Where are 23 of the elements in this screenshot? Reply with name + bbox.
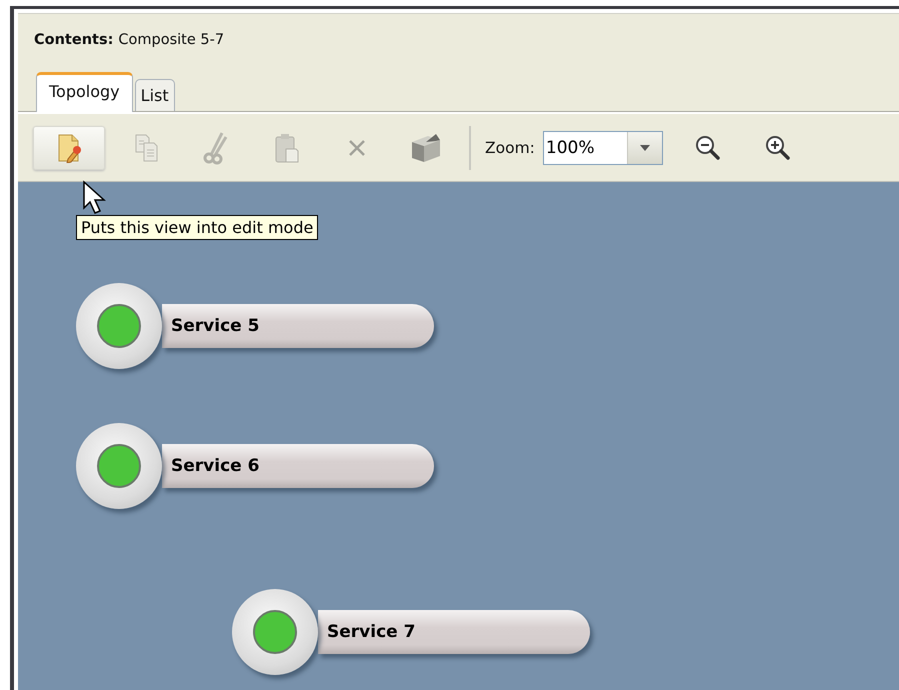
- edit-mode-button[interactable]: [33, 126, 105, 170]
- node-label: Service 6: [171, 456, 260, 476]
- zoom-label: Zoom:: [485, 138, 535, 156]
- zoom-out-icon: [694, 134, 721, 160]
- dropdown-arrow-icon: [640, 144, 650, 150]
- zoom-in-icon: [764, 134, 791, 160]
- delete-icon: [347, 138, 367, 158]
- node-bar[interactable]: Service 6: [162, 444, 434, 488]
- contents-label: Contents:: [34, 32, 114, 48]
- tooltip: Puts this view into edit mode: [76, 215, 318, 240]
- copy-icon: [134, 132, 160, 162]
- node-label: Service 5: [171, 316, 260, 336]
- cursor-icon: [82, 180, 108, 216]
- clipboard-icon: [274, 132, 300, 164]
- tab[interactable]: List: [134, 79, 175, 111]
- tab[interactable]: Topology: [36, 72, 133, 112]
- node-bar[interactable]: Service 5: [162, 304, 434, 348]
- contents-value: Composite 5-7: [118, 32, 224, 48]
- node-label: Service 7: [327, 622, 416, 642]
- document-pencil-icon: [56, 132, 82, 162]
- node-bar[interactable]: Service 7: [318, 610, 590, 654]
- zoom-dropdown[interactable]: 100%: [542, 130, 663, 164]
- dropdown-button[interactable]: [626, 132, 662, 164]
